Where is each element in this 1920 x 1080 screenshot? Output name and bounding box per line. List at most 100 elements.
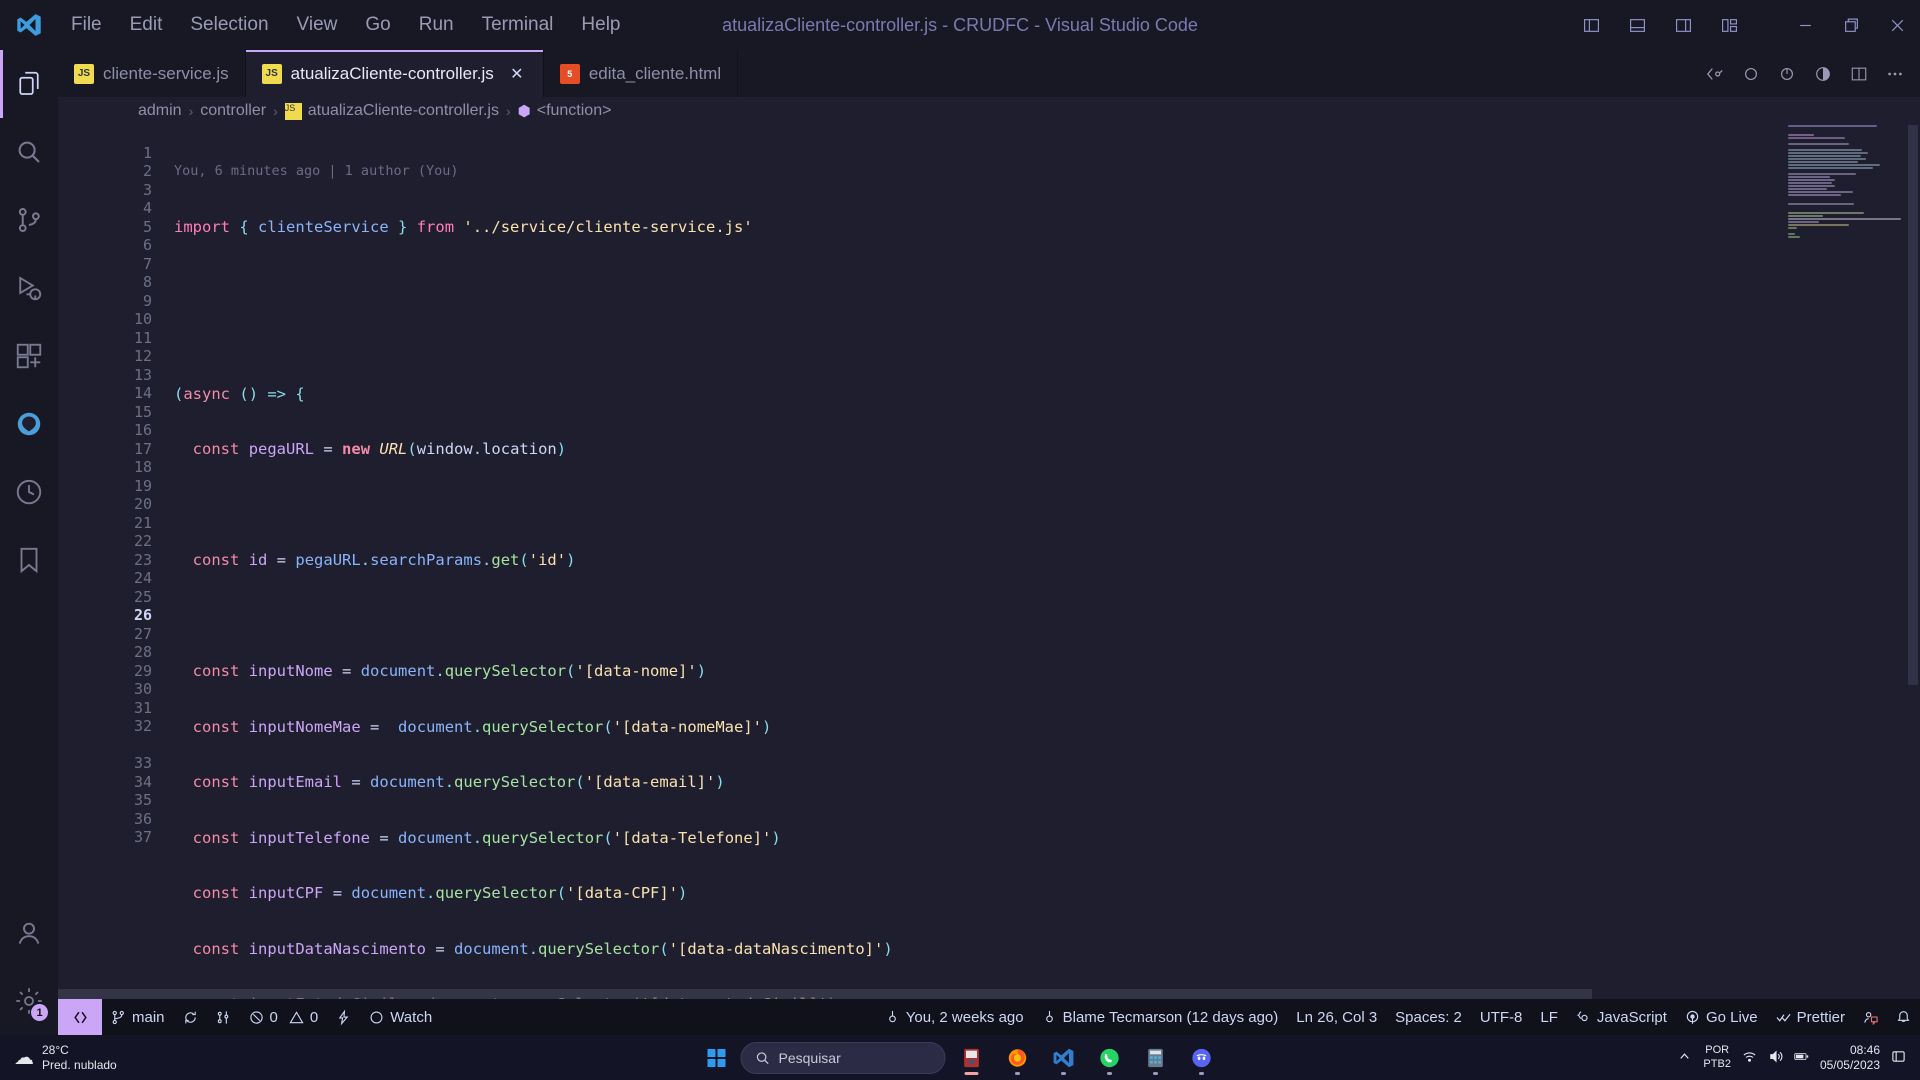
status-notifications[interactable] bbox=[1887, 999, 1920, 1035]
horizontal-scrollbar[interactable] bbox=[58, 989, 1906, 999]
menu-run[interactable]: Run bbox=[406, 10, 467, 40]
minimize-button[interactable] bbox=[1782, 0, 1828, 50]
tab-atualizacliente-controller[interactable]: JS atualizaCliente-controller.js ✕ bbox=[245, 50, 544, 97]
status-language-mode[interactable]: JavaScript bbox=[1567, 999, 1676, 1035]
run-tests-icon[interactable] bbox=[1770, 57, 1804, 91]
sidebar-item-settings[interactable]: 1 bbox=[0, 967, 58, 1035]
sidebar-item-timeline[interactable] bbox=[0, 458, 58, 526]
toggle-preview-icon[interactable] bbox=[1806, 57, 1840, 91]
menu-terminal[interactable]: Terminal bbox=[469, 10, 567, 40]
editor-tabs: JS cliente-service.js JS atualizaCliente… bbox=[58, 50, 1920, 97]
status-go-live[interactable]: Go Live bbox=[1676, 999, 1767, 1035]
code-editor[interactable]: 0 1234 5678 9101112 13141516 17181920 21… bbox=[58, 125, 1920, 999]
status-problems[interactable]: 0 0 bbox=[240, 999, 328, 1035]
taskbar-app-firefox[interactable] bbox=[1000, 1040, 1036, 1076]
toggle-secondary-sidebar-icon[interactable] bbox=[1660, 0, 1706, 50]
run-code-icon[interactable] bbox=[1698, 57, 1732, 91]
search-placeholder: Pesquisar bbox=[778, 1049, 841, 1066]
sidebar-item-accounts[interactable] bbox=[0, 899, 58, 967]
menu-view[interactable]: View bbox=[284, 10, 351, 40]
go-live-label: Go Live bbox=[1705, 1008, 1758, 1026]
maximize-restore-button[interactable] bbox=[1828, 0, 1874, 50]
sidebar-item-bookmarks[interactable] bbox=[0, 526, 58, 594]
status-eol[interactable]: LF bbox=[1531, 999, 1567, 1035]
battery-icon[interactable] bbox=[1794, 1049, 1809, 1067]
editor-area: JS cliente-service.js JS atualizaCliente… bbox=[58, 50, 1920, 1035]
taskbar-clock[interactable]: 08:46 05/05/2023 bbox=[1820, 1043, 1880, 1073]
sidebar-item-source-control[interactable] bbox=[0, 186, 58, 254]
taskbar-language-indicator[interactable]: POR PTB2 bbox=[1703, 1044, 1731, 1072]
tab-edita-cliente-html[interactable]: 5 edita_cliente.html bbox=[543, 50, 739, 97]
taskbar-app-vscode[interactable] bbox=[954, 1040, 990, 1076]
status-blame[interactable]: Blame Tecmarson (12 days ago) bbox=[1033, 999, 1288, 1035]
status-gitlens-author[interactable]: You, 2 weeks ago bbox=[876, 999, 1033, 1035]
status-prettier[interactable]: Prettier bbox=[1767, 999, 1854, 1035]
code-content[interactable]: You, 6 minutes ago | 1 author (You) impo… bbox=[170, 125, 1920, 999]
taskbar-app-vscode-2[interactable] bbox=[1046, 1040, 1082, 1076]
weather-icon: ☁ bbox=[14, 1047, 34, 1069]
show-hidden-icons[interactable] bbox=[1677, 1049, 1692, 1067]
breadcrumb-item-file[interactable]: JS atualizaCliente-controller.js bbox=[284, 102, 499, 120]
language-label: JavaScript bbox=[1596, 1008, 1667, 1026]
sidebar-item-explorer[interactable] bbox=[0, 50, 58, 118]
breadcrumb-item-controller[interactable]: controller bbox=[200, 102, 266, 120]
menu-go[interactable]: Go bbox=[352, 10, 403, 40]
html-file-icon: 5 bbox=[559, 63, 580, 84]
breadcrumb-item-symbol[interactable]: ⬢ <function> bbox=[518, 102, 612, 120]
weather-desc: Pred. nublado bbox=[42, 1057, 117, 1072]
breadcrumb-item-admin[interactable]: admin bbox=[138, 102, 182, 120]
status-settings-sync[interactable] bbox=[207, 999, 240, 1035]
taskbar-weather-widget[interactable]: ☁ 28°C Pred. nublado bbox=[0, 1043, 117, 1073]
close-window-button[interactable] bbox=[1874, 0, 1920, 50]
vertical-scrollbar[interactable] bbox=[1906, 125, 1920, 999]
branch-label: main bbox=[132, 1008, 165, 1026]
taskbar-search[interactable]: Pesquisar bbox=[740, 1041, 946, 1074]
status-cursor-position[interactable]: Ln 26, Col 3 bbox=[1287, 999, 1386, 1035]
status-branch[interactable]: main bbox=[102, 999, 174, 1035]
sidebar-item-extensions[interactable] bbox=[0, 322, 58, 390]
code-line-10: const inputNomeMae = document.querySelec… bbox=[192, 717, 772, 736]
start-button[interactable] bbox=[699, 1040, 735, 1076]
code-line-7: const id = pegaURL.searchParams.get('id'… bbox=[192, 551, 576, 569]
sidebar-item-run-debug[interactable] bbox=[0, 254, 58, 322]
status-indentation[interactable]: Spaces: 2 bbox=[1386, 999, 1471, 1035]
wifi-icon[interactable] bbox=[1742, 1049, 1757, 1067]
settings-badge: 1 bbox=[31, 1004, 48, 1021]
menu-selection[interactable]: Selection bbox=[177, 10, 281, 40]
toggle-panel-icon[interactable] bbox=[1614, 0, 1660, 50]
breadcrumb-separator: › bbox=[273, 103, 278, 119]
customize-layout-icon[interactable] bbox=[1706, 0, 1752, 50]
sidebar-item-live-share[interactable] bbox=[0, 390, 58, 458]
remote-window-button[interactable] bbox=[58, 999, 102, 1035]
breadcrumb-label: admin bbox=[138, 102, 182, 119]
code-line-4: (async () => { bbox=[174, 384, 305, 403]
taskbar-app-calculator[interactable] bbox=[1138, 1040, 1174, 1076]
status-watch[interactable]: Watch bbox=[360, 999, 441, 1035]
taskbar-app-discord[interactable] bbox=[1184, 1040, 1220, 1076]
status-feedback[interactable] bbox=[1854, 999, 1887, 1035]
tab-cliente-service[interactable]: JS cliente-service.js bbox=[58, 50, 246, 97]
volume-icon[interactable] bbox=[1768, 1049, 1783, 1067]
menu-file[interactable]: File bbox=[58, 10, 115, 40]
menu-help[interactable]: Help bbox=[568, 10, 633, 40]
menu-edit[interactable]: Edit bbox=[117, 10, 176, 40]
taskbar-app-whatsapp[interactable] bbox=[1092, 1040, 1128, 1076]
codelens-top[interactable]: You, 6 minutes ago | 1 author (You) bbox=[170, 162, 1920, 181]
js-file-icon: JS bbox=[74, 63, 94, 84]
close-tab-icon[interactable]: ✕ bbox=[507, 64, 527, 84]
notification-center-icon[interactable] bbox=[1891, 1049, 1906, 1067]
run-debug-icon[interactable] bbox=[1734, 57, 1768, 91]
code-line-13: const inputCPF = document.querySelector(… bbox=[192, 884, 688, 902]
more-actions-icon[interactable] bbox=[1878, 57, 1912, 91]
status-ports[interactable] bbox=[327, 999, 360, 1035]
status-encoding[interactable]: UTF-8 bbox=[1471, 999, 1532, 1035]
watch-label: Watch bbox=[390, 1008, 433, 1026]
warning-count: 0 bbox=[309, 1008, 319, 1026]
toggle-primary-sidebar-icon[interactable] bbox=[1568, 0, 1614, 50]
menu-bar[interactable]: File Edit Selection View Go Run Terminal… bbox=[58, 10, 634, 40]
status-sync[interactable] bbox=[174, 999, 207, 1035]
tab-label: cliente-service.js bbox=[103, 63, 229, 83]
split-editor-right-icon[interactable] bbox=[1842, 57, 1876, 91]
sidebar-item-search[interactable] bbox=[0, 118, 58, 186]
